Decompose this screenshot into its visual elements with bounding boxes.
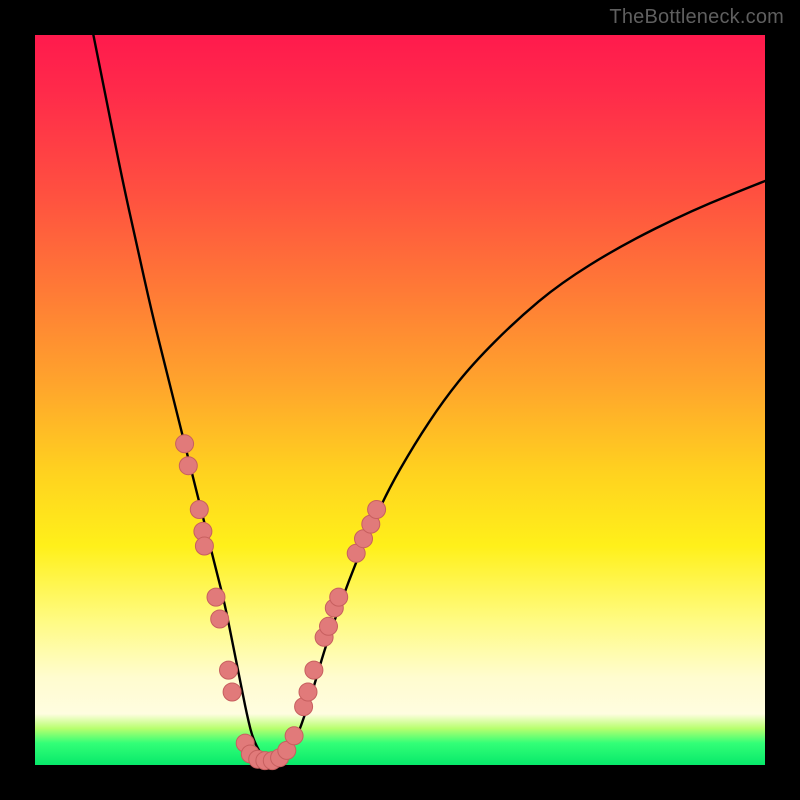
data-marker (179, 457, 197, 475)
data-marker (207, 588, 225, 606)
watermark-text: TheBottleneck.com (609, 6, 784, 29)
bottleneck-curve (93, 35, 765, 765)
chart-frame: TheBottleneck.com (0, 0, 800, 800)
plot-area (35, 35, 765, 765)
data-marker (176, 435, 194, 453)
data-marker (220, 661, 238, 679)
data-marker (195, 537, 213, 555)
data-marker (190, 501, 208, 519)
data-marker (305, 661, 323, 679)
data-marker (368, 501, 386, 519)
data-marker (330, 588, 348, 606)
marker-group (176, 435, 386, 770)
curve-layer (35, 35, 765, 765)
data-marker (223, 683, 241, 701)
data-marker (320, 617, 338, 635)
data-marker (211, 610, 229, 628)
data-marker (299, 683, 317, 701)
data-marker (285, 727, 303, 745)
